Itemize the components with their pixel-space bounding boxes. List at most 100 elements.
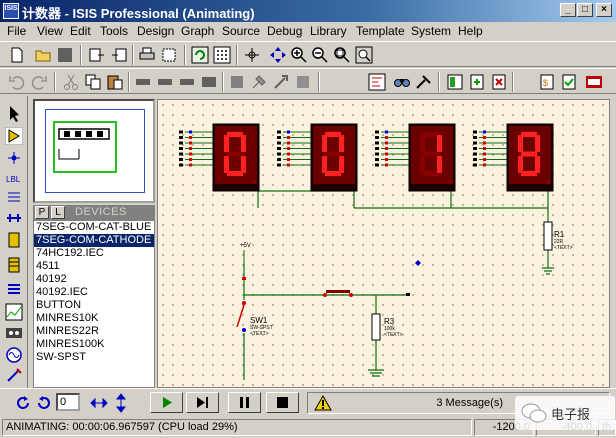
origin-icon[interactable] — [243, 46, 261, 64]
refresh-icon[interactable] — [191, 46, 209, 64]
menu-tools[interactable]: Tools — [100, 24, 128, 38]
mirror-horizontal-icon[interactable] — [90, 394, 108, 412]
undo-icon[interactable] — [8, 73, 26, 91]
menu-debug[interactable]: Debug — [267, 24, 302, 38]
device-list-item[interactable]: BUTTON — [34, 299, 154, 312]
electrical-rule-check-icon[interactable] — [560, 73, 578, 91]
display-segment — [423, 151, 439, 157]
design-explorer-icon[interactable] — [446, 73, 464, 91]
ares-netlist-icon[interactable] — [585, 73, 603, 91]
rotation-angle-input[interactable]: 0 — [56, 393, 80, 411]
toolbar-separator — [318, 72, 320, 92]
pause-button[interactable] — [228, 392, 261, 413]
subcircuit-icon[interactable] — [5, 231, 23, 249]
rotate-anticlockwise-icon[interactable] — [35, 394, 53, 412]
menu-template[interactable]: Template — [356, 24, 405, 38]
remove-sheet-icon[interactable] — [490, 73, 508, 91]
device-list-item[interactable]: 4511 — [34, 260, 154, 273]
device-list-item[interactable]: MINRES100K — [34, 338, 154, 351]
stop-button[interactable] — [266, 392, 299, 413]
minimize-button[interactable]: _ — [560, 3, 576, 17]
new-sheet-icon[interactable] — [468, 73, 486, 91]
packaging-tool-icon[interactable] — [272, 73, 290, 91]
wire-autorouter-icon[interactable] — [368, 73, 386, 91]
voltage-probe-icon[interactable] — [5, 366, 23, 384]
menu-file[interactable]: File — [7, 24, 26, 38]
open-folder-icon[interactable] — [34, 46, 52, 64]
pick-device-icon[interactable] — [228, 73, 246, 91]
new-file-icon[interactable] — [8, 46, 26, 64]
component-mode-icon[interactable] — [5, 127, 23, 145]
isis-app-icon[interactable]: ISIS — [3, 3, 19, 19]
step-button[interactable] — [186, 392, 219, 413]
print-icon[interactable] — [138, 46, 156, 64]
block-rotate-icon[interactable] — [178, 73, 196, 91]
block-delete-icon[interactable] — [200, 73, 218, 91]
copy-icon[interactable] — [84, 73, 102, 91]
selection-mode-icon[interactable] — [5, 104, 23, 122]
property-tool-icon[interactable] — [415, 73, 433, 91]
overview-window[interactable] — [33, 99, 155, 203]
pin-logic-state — [483, 152, 486, 156]
device-list-item[interactable]: MINRES10K — [34, 312, 154, 325]
text-script-icon[interactable] — [5, 189, 23, 207]
pan-icon[interactable] — [269, 46, 287, 64]
close-button[interactable]: × — [596, 3, 612, 17]
rotate-clockwise-icon[interactable] — [14, 394, 32, 412]
device-pins-icon[interactable] — [5, 280, 23, 298]
block-move-icon[interactable] — [156, 73, 174, 91]
menu-system[interactable]: System — [411, 24, 451, 38]
play-button[interactable] — [150, 392, 183, 413]
library-manager-button[interactable]: L — [51, 206, 65, 219]
main-toolbar — [0, 41, 616, 67]
search-tag-icon[interactable] — [393, 73, 411, 91]
device-list-item[interactable]: 40192 — [34, 273, 154, 286]
terminals-icon[interactable] — [5, 256, 23, 274]
overview-view-rectangle[interactable] — [53, 121, 117, 173]
menu-library[interactable]: Library — [310, 24, 347, 38]
bill-of-materials-icon[interactable]: $ — [538, 73, 556, 91]
make-device-icon[interactable] — [250, 73, 268, 91]
menu-design[interactable]: Design — [137, 24, 174, 38]
menu-edit[interactable]: Edit — [70, 24, 91, 38]
device-list-item[interactable]: 74HC192.IEC — [34, 247, 154, 260]
block-copy-icon[interactable] — [134, 73, 152, 91]
paste-icon[interactable] — [106, 73, 124, 91]
device-list-item[interactable]: 40192.IEC — [34, 286, 154, 299]
device-list-item[interactable]: 7SEG-COM-CAT-BLUE — [34, 221, 154, 234]
menu-view[interactable]: View — [37, 24, 63, 38]
export-icon[interactable] — [110, 46, 128, 64]
zoom-out-icon[interactable] — [311, 46, 329, 64]
cut-icon[interactable] — [62, 73, 80, 91]
menu-help[interactable]: Help — [458, 24, 483, 38]
schematic-drawing[interactable] — [158, 100, 610, 388]
display-segment — [437, 135, 442, 152]
wire-label-icon[interactable]: LBL — [5, 170, 23, 188]
maximize-button[interactable]: □ — [577, 3, 593, 17]
device-list[interactable]: 7SEG-COM-CAT-BLUE 7SEG-COM-CATHODE 74HC192… — [33, 220, 155, 388]
print-area-icon[interactable] — [160, 46, 178, 64]
display-segment — [518, 156, 523, 173]
junction-dot-icon[interactable] — [5, 149, 23, 167]
bus-icon[interactable] — [5, 209, 23, 227]
schematic-canvas[interactable]: +5V R1 22R <TEXT> R3 100k <TEXT> SW1 SW-… — [157, 99, 610, 388]
device-list-item[interactable]: MINRES22R — [34, 325, 154, 338]
decompose-icon[interactable] — [294, 73, 312, 91]
generator-icon[interactable] — [5, 346, 23, 364]
pin-label — [473, 152, 477, 156]
redo-icon[interactable] — [30, 73, 48, 91]
graph-mode-icon[interactable] — [5, 303, 23, 321]
grid-icon[interactable] — [213, 46, 231, 64]
import-icon[interactable] — [88, 46, 106, 64]
menu-source[interactable]: Source — [222, 24, 260, 38]
zoom-area-icon[interactable] — [355, 46, 373, 64]
zoom-in-icon[interactable] — [290, 46, 308, 64]
pick-devices-button[interactable]: P — [35, 206, 49, 219]
menu-graph[interactable]: Graph — [181, 24, 214, 38]
device-list-item[interactable]: 7SEG-COM-CATHODE — [34, 234, 154, 247]
device-list-item[interactable]: SW-SPST — [34, 351, 154, 364]
tape-recorder-icon[interactable] — [5, 324, 23, 342]
save-icon[interactable] — [56, 46, 74, 64]
mirror-vertical-icon[interactable] — [112, 393, 130, 413]
zoom-all-icon[interactable] — [333, 46, 351, 64]
